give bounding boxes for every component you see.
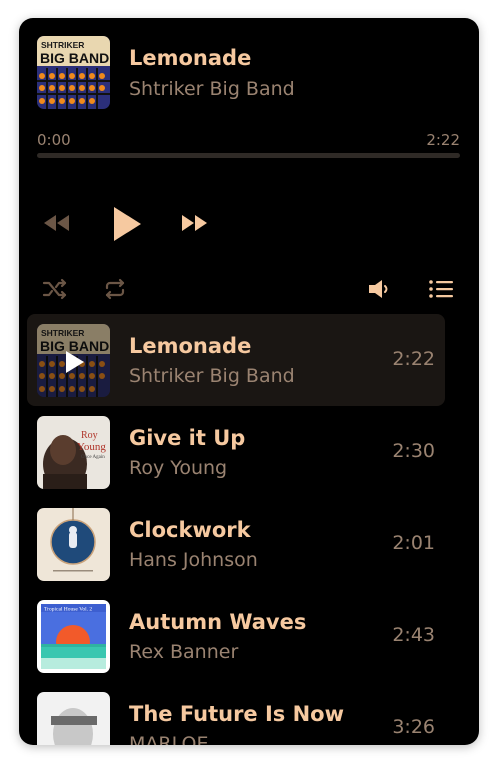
now-playing-cover: SHTRIKER BIG BAND [37,36,110,109]
track-title: Clockwork [129,518,251,542]
svg-text:Once Again: Once Again [81,455,105,460]
track-duration: 2:22 [392,348,435,370]
track-artist: MARLOE [129,733,209,745]
track-duration: 3:26 [392,716,435,738]
rewind-icon [44,215,69,231]
track-title: Autumn Waves [129,610,307,634]
track-title: Lemonade [129,334,252,358]
play-icon [114,207,141,241]
svg-text:Roy: Roy [81,430,98,441]
volume-button[interactable] [365,276,393,302]
track-artist: Hans Johnson [129,549,258,571]
repeat-button[interactable] [101,276,129,302]
track-duration: 2:30 [392,440,435,462]
track-cover: SHTRIKER BIG BAND [37,324,110,397]
volume-icon [369,280,388,298]
svg-text:Tropical House Vol. 2: Tropical House Vol. 2 [44,607,92,613]
shuffle-icon [42,278,67,300]
playlist-item[interactable]: Tropical House Vol. 2 Autumn Waves Rex B… [27,590,445,682]
track-cover [37,508,110,581]
track-cover: Roy Young Once Again [37,416,110,489]
svg-text:BIG BAND: BIG BAND [40,50,109,66]
track-cover [37,692,110,745]
playlist-icon [429,280,453,298]
play-button[interactable] [109,204,145,244]
track-duration: 2:01 [392,532,435,554]
svg-text:Young: Young [77,441,106,453]
now-playing-title: Lemonade [129,46,252,70]
repeat-icon [105,278,125,300]
now-playing-artist: Shtriker Big Band [129,78,295,100]
total-time: 2:22 [426,131,460,149]
current-time: 0:00 [37,131,71,149]
playlist-item[interactable]: Roy Young Once Again Give it Up Roy Youn… [27,406,445,498]
track-artist: Shtriker Big Band [129,365,295,387]
playlist-item[interactable]: SHTRIKER BIG BAND [27,314,445,406]
track-artist: Rex Banner [129,641,239,663]
track-title: Give it Up [129,426,246,450]
track-artist: Roy Young [129,457,228,479]
fast-forward-icon [182,215,207,231]
music-player: SHTRIKER BIG BAND Lemonade Shtriker Big … [19,18,479,745]
playlist-item[interactable]: Clockwork Hans Johnson 2:01 [27,498,445,590]
rewind-button[interactable] [41,210,71,236]
track-title: The Future Is Now [129,702,345,726]
play-icon [66,351,84,373]
fast-forward-button[interactable] [180,210,210,236]
playlist-item[interactable]: The Future Is Now MARLOE 3:26 [27,682,445,745]
track-duration: 2:43 [392,624,435,646]
svg-text:SHTRIKER: SHTRIKER [41,40,84,50]
shuffle-button[interactable] [41,276,69,302]
progress-bar[interactable] [37,153,460,158]
playlist-button[interactable] [427,276,455,302]
track-cover: Tropical House Vol. 2 [37,600,110,673]
